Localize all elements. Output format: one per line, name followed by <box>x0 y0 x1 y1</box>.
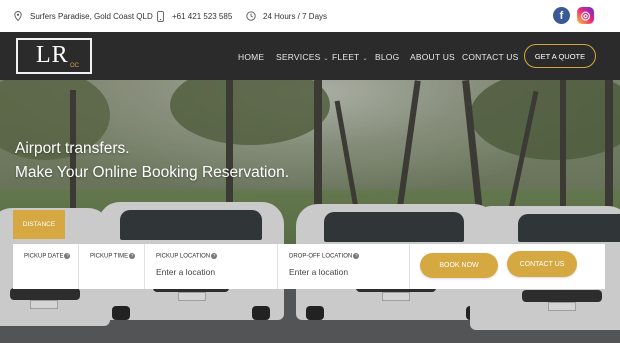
logo[interactable]: LR OC <box>16 38 92 74</box>
nav-item-contact-us[interactable]: CONTACT US <box>462 52 518 62</box>
address-info: Surfers Paradise, Gold Coast QLD <box>13 10 153 22</box>
map-pin-icon <box>13 10 23 22</box>
instagram-icon[interactable]: ◎ <box>577 7 594 24</box>
facebook-icon[interactable]: f <box>553 7 570 24</box>
contact-us-button[interactable]: CONTACT US <box>507 251 577 277</box>
pickup-time-label: PICKUP TIME? <box>90 253 136 260</box>
chevron-down-icon: ⌄ <box>323 56 329 62</box>
help-icon[interactable]: ? <box>211 253 218 259</box>
nav-item-fleet[interactable]: FLEET ⌄ <box>332 52 368 62</box>
dropoff-location-label: DROP-OFF LOCATION? <box>289 253 360 260</box>
hours-info: 24 Hours / 7 Days <box>246 10 327 22</box>
hero-headline-line2: Make Your Online Booking Reservation. <box>15 164 289 181</box>
pickup-location-label: PICKUP LOCATION? <box>156 253 218 260</box>
chevron-down-icon: ⌄ <box>362 56 368 62</box>
nav-item-blog[interactable]: BLOG <box>375 52 399 62</box>
top-info-bar: Surfers Paradise, Gold Coast QLD +61 421… <box>0 0 620 32</box>
get-a-quote-button[interactable]: GET A QUOTE <box>524 44 596 68</box>
nav-item-services[interactable]: SERVICES ⌄ <box>276 52 329 62</box>
address-text: Surfers Paradise, Gold Coast QLD <box>30 11 153 21</box>
clock-icon <box>246 10 256 22</box>
logo-text: LR <box>36 42 69 68</box>
book-now-button[interactable]: BOOK NOW <box>420 253 498 278</box>
help-icon[interactable]: ? <box>129 253 136 259</box>
pickup-date-label: PICKUP DATE? <box>24 253 71 260</box>
help-icon[interactable]: ? <box>353 253 360 259</box>
hero-headline-line1: Airport transfers. <box>15 140 130 157</box>
pickup-location-field: PICKUP LOCATION? <box>145 244 278 289</box>
pickup-date-field[interactable]: PICKUP DATE? <box>13 244 79 289</box>
logo-subtext: OC <box>70 63 79 69</box>
phone-icon <box>155 10 165 22</box>
phone-text[interactable]: +61 421 523 585 <box>172 12 232 21</box>
nav-item-about-us[interactable]: ABOUT US <box>410 52 455 62</box>
main-navbar: LR OC HOME SERVICES ⌄ FLEET ⌄ BLOG ABOUT U… <box>0 32 620 80</box>
nav-item-home[interactable]: HOME <box>238 52 264 62</box>
dropoff-location-input[interactable] <box>289 267 404 277</box>
tab-distance[interactable]: DISTANCE <box>13 210 65 239</box>
help-icon[interactable]: ? <box>64 253 71 259</box>
pickup-location-input[interactable] <box>156 267 271 277</box>
dropoff-location-field: DROP-OFF LOCATION? <box>278 244 410 289</box>
pickup-time-field[interactable]: PICKUP TIME? <box>79 244 145 289</box>
hours-text: 24 Hours / 7 Days <box>263 11 328 21</box>
phone-info[interactable]: +61 421 523 585 <box>155 10 232 22</box>
hero-overlay <box>0 80 620 343</box>
hero-section: Airport transfers. Make Your Online Book… <box>0 80 620 343</box>
